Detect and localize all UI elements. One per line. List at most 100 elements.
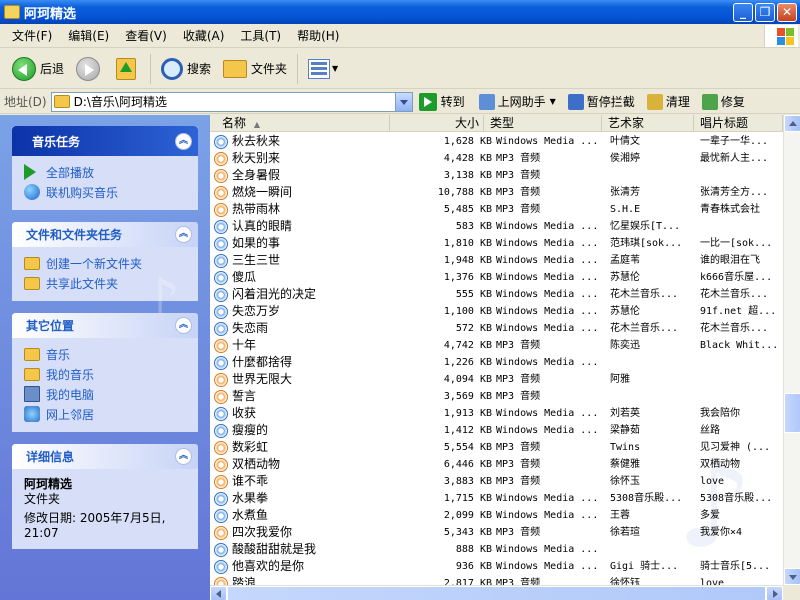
file-row[interactable]: 水煮鱼 2,099 KB Windows Media ... 王蓉 多爱	[210, 507, 783, 524]
up-folder-button[interactable]	[110, 53, 146, 85]
go-button[interactable]: 转到	[418, 92, 465, 111]
scroll-up-button[interactable]	[784, 115, 800, 132]
file-row[interactable]: 闪着泪光的决定 555 KB Windows Media ... 花木兰音乐... 花木…	[210, 286, 783, 303]
place-my-music-link[interactable]: 我的音乐	[24, 364, 188, 384]
file-name-cell[interactable]: 誓言	[214, 388, 390, 405]
column-album[interactable]: 唱片标题	[694, 115, 783, 132]
menu-favorites[interactable]: 收藏(A)	[175, 27, 233, 44]
file-name-cell[interactable]: 四次我爱你	[214, 524, 390, 541]
music-tasks-header[interactable]: 音乐任务 ︽	[12, 126, 198, 156]
menu-file[interactable]: 文件(F)	[4, 27, 60, 44]
file-row[interactable]: 誓言 3,569 KB MP3 音频	[210, 388, 783, 405]
file-name-cell[interactable]: 双栖动物	[214, 456, 390, 473]
file-row[interactable]: 四次我爱你 5,343 KB MP3 音频 徐若瑄 我爱你×4	[210, 524, 783, 541]
file-row[interactable]: 什麼都捨得 1,226 KB Windows Media ...	[210, 354, 783, 371]
file-row[interactable]: 热带雨林 5,485 KB MP3 音频 S.H.E 青春株式会社	[210, 201, 783, 218]
close-button[interactable]: ✕	[777, 3, 797, 22]
file-name-cell[interactable]: 全身暑假	[214, 167, 390, 184]
file-name-cell[interactable]: 失恋万岁	[214, 303, 390, 320]
file-name-cell[interactable]: 傻瓜	[214, 269, 390, 286]
address-value[interactable]: D:\音乐\阿珂精选	[74, 93, 167, 110]
file-row[interactable]: 他喜欢的是你 936 KB Windows Media ... Gigi 骑士... 骑…	[210, 558, 783, 575]
collapse-icon[interactable]: ︽	[175, 133, 192, 150]
place-my-computer-link[interactable]: 我的电脑	[24, 384, 188, 404]
file-name-cell[interactable]: 世界无限大	[214, 371, 390, 388]
repair-button[interactable]: 修复	[701, 93, 745, 110]
file-row[interactable]: 谁不乖 3,883 KB MP3 音频 徐怀玉 love	[210, 473, 783, 490]
file-name-cell[interactable]: 他喜欢的是你	[214, 558, 390, 575]
column-size[interactable]: 大小	[390, 115, 484, 132]
scroll-right-button[interactable]	[766, 586, 783, 600]
file-tasks-header[interactable]: 文件和文件夹任务 ︽	[12, 222, 198, 247]
file-row[interactable]: 收获 1,913 KB Windows Media ... 刘若英 我会陪你	[210, 405, 783, 422]
file-name-cell[interactable]: 数彩虹	[214, 439, 390, 456]
file-name-cell[interactable]: 什麼都捨得	[214, 354, 390, 371]
file-name-cell[interactable]: 谁不乖	[214, 473, 390, 490]
file-row[interactable]: 失恋雨 572 KB Windows Media ... 花木兰音乐... 花木兰音乐.…	[210, 320, 783, 337]
file-name-cell[interactable]: 秋去秋来	[214, 133, 390, 150]
file-row[interactable]: 酸酸甜甜就是我 888 KB Windows Media ...	[210, 541, 783, 558]
views-button[interactable]: ▼	[302, 53, 344, 85]
file-row[interactable]: 数彩虹 5,554 KB MP3 音频 Twins 见习爱神 (...	[210, 439, 783, 456]
file-row[interactable]: 秋天别来 4,428 KB MP3 音频 侯湘婷 最忧新人主...	[210, 150, 783, 167]
vertical-scrollbar[interactable]	[783, 115, 800, 585]
file-name-cell[interactable]: 十年	[214, 337, 390, 354]
scroll-down-button[interactable]	[784, 568, 800, 585]
folders-button[interactable]: 文件夹	[217, 53, 293, 85]
minimize-button[interactable]: _	[733, 3, 753, 22]
file-name-cell[interactable]: 水煮鱼	[214, 507, 390, 524]
menu-tools[interactable]: 工具(T)	[232, 27, 289, 44]
other-places-header[interactable]: 其它位置 ︽	[12, 313, 198, 338]
pause-block-button[interactable]: 暂停拦截	[567, 93, 635, 110]
play-all-link[interactable]: 全部播放	[24, 162, 188, 182]
file-row[interactable]: 认真的眼睛 583 KB Windows Media ... 忆星娱乐[T...	[210, 218, 783, 235]
file-name-cell[interactable]: 酸酸甜甜就是我	[214, 541, 390, 558]
file-name-cell[interactable]: 踏浪	[214, 575, 390, 585]
file-name-cell[interactable]: 秋天别来	[214, 150, 390, 167]
file-row[interactable]: 踏浪 2,817 KB MP3 音频 徐怀钰 love	[210, 575, 783, 585]
back-button[interactable]: 后退	[6, 53, 70, 85]
clean-button[interactable]: 清理	[646, 93, 690, 110]
collapse-icon[interactable]: ︽	[175, 226, 192, 243]
file-name-cell[interactable]: 燃烧一瞬间	[214, 184, 390, 201]
vertical-scroll-thumb[interactable]	[784, 393, 800, 433]
file-name-cell[interactable]: 闪着泪光的决定	[214, 286, 390, 303]
details-header[interactable]: 详细信息 ︽	[12, 444, 198, 469]
column-name[interactable]: 名称 ▲	[210, 115, 390, 132]
file-name-cell[interactable]: 热带雨林	[214, 201, 390, 218]
file-name-cell[interactable]: 失恋雨	[214, 320, 390, 337]
file-row[interactable]: 水果拳 1,715 KB Windows Media ... 5308音乐殿... 53…	[210, 490, 783, 507]
place-music-link[interactable]: 音乐	[24, 344, 188, 364]
address-input[interactable]: D:\音乐\阿珂精选	[50, 91, 413, 112]
forward-button[interactable]	[70, 53, 110, 85]
file-row[interactable]: 如果的事 1,810 KB Windows Media ... 范玮琪[sok... 一…	[210, 235, 783, 252]
maximize-button[interactable]: ❐	[755, 3, 775, 22]
file-name-cell[interactable]: 收获	[214, 405, 390, 422]
scroll-left-button[interactable]	[210, 586, 227, 600]
place-network-link[interactable]: 网上邻居	[24, 404, 188, 424]
file-name-cell[interactable]: 如果的事	[214, 235, 390, 252]
collapse-icon[interactable]: ︽	[175, 448, 192, 465]
menu-view[interactable]: 查看(V)	[117, 27, 175, 44]
file-row[interactable]: 秋去秋来 1,628 KB Windows Media ... 叶倩文 一辈子一华...	[210, 133, 783, 150]
file-row[interactable]: 世界无限大 4,094 KB MP3 音频 阿雅	[210, 371, 783, 388]
search-button[interactable]: 搜索	[155, 53, 217, 85]
column-type[interactable]: 类型	[484, 115, 602, 132]
buy-music-online-link[interactable]: 联机购买音乐	[24, 182, 188, 202]
menu-help[interactable]: 帮助(H)	[289, 27, 347, 44]
title-bar[interactable]: 阿珂精选 _ ❐ ✕	[0, 0, 800, 24]
file-row[interactable]: 十年 4,742 KB MP3 音频 陈奕迅 Black Whit...	[210, 337, 783, 354]
column-artist[interactable]: 艺术家	[602, 115, 694, 132]
file-name-cell[interactable]: 认真的眼睛	[214, 218, 390, 235]
file-row[interactable]: 瘦瘦的 1,412 KB Windows Media ... 梁静茹 丝路	[210, 422, 783, 439]
file-row[interactable]: 燃烧一瞬间 10,788 KB MP3 音频 张清芳 张清芳全方...	[210, 184, 783, 201]
address-dropdown-button[interactable]	[394, 92, 412, 111]
file-row[interactable]: 失恋万岁 1,100 KB Windows Media ... 苏慧伦 91f.net …	[210, 303, 783, 320]
horizontal-scrollbar[interactable]	[210, 585, 783, 600]
internet-helper-button[interactable]: 上网助手 ▼	[478, 93, 556, 110]
file-name-cell[interactable]: 瘦瘦的	[214, 422, 390, 439]
file-name-cell[interactable]: 三生三世	[214, 252, 390, 269]
menu-edit[interactable]: 编辑(E)	[60, 27, 117, 44]
horizontal-scroll-thumb[interactable]	[227, 586, 766, 600]
file-name-cell[interactable]: 水果拳	[214, 490, 390, 507]
